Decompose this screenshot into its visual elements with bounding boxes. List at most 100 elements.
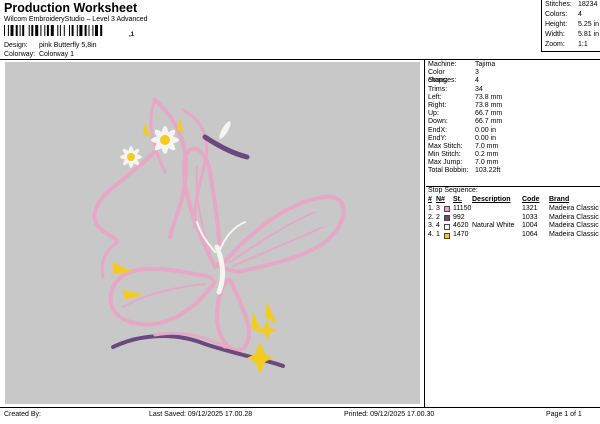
barcode-bar bbox=[28, 25, 30, 36]
row-code: 1033 bbox=[522, 213, 538, 221]
barcode-bar bbox=[7, 25, 9, 36]
barcode-bar bbox=[69, 25, 70, 36]
colorway-label: Colorway: bbox=[4, 51, 36, 58]
summary-row-zoom: Zoom: 1:1 bbox=[542, 40, 600, 50]
summary-box: Stitches: 18234 Colors: 4 Height: 5.25 in W… bbox=[541, 0, 600, 52]
stat-row: Right: 73.8 mm bbox=[428, 102, 598, 110]
stat-row: Machine: Tajima bbox=[428, 61, 598, 69]
stat-value: 7.0 mm bbox=[475, 142, 499, 150]
stat-value: 0.2 mm bbox=[475, 151, 499, 159]
stat-row: EndY: 0.00 in bbox=[428, 135, 598, 143]
divider-top bbox=[0, 59, 600, 60]
worksheet-title: Production Worksheet bbox=[4, 1, 138, 15]
stat-value: 73.8 mm bbox=[475, 101, 503, 109]
row-description: Natural White bbox=[472, 222, 515, 230]
table-row: 3. 4 4620 Natural White 1004 Madeira Cla… bbox=[428, 222, 600, 231]
barcode-bar bbox=[79, 25, 83, 36]
design-info: Design: pink Butterfly 5,8in bbox=[4, 42, 97, 49]
divider-bottom bbox=[0, 407, 600, 408]
stat-value: 7.0 mm bbox=[475, 159, 499, 167]
butterfly-embroidery-image bbox=[92, 98, 346, 374]
stat-label: Right: bbox=[428, 101, 447, 109]
summary-value: 5.81 in bbox=[578, 31, 600, 38]
stat-label: Max Stitch: bbox=[428, 142, 463, 150]
stat-row: Max Stitch: 7.0 mm bbox=[428, 143, 598, 151]
col-header-code: Code bbox=[522, 196, 540, 203]
barcode-bar bbox=[59, 25, 61, 36]
stat-value: 73.8 mm bbox=[475, 93, 503, 101]
stop-sequence-title: Stop Sequence: bbox=[428, 187, 478, 194]
barcode-bar bbox=[76, 25, 78, 36]
stat-row: Color changes: 3 bbox=[428, 69, 598, 85]
design-value: pink Butterfly 5,8in bbox=[38, 42, 97, 49]
stat-row: EndX: 0.00 in bbox=[428, 127, 598, 135]
barcode-bar bbox=[50, 25, 54, 36]
barcode-bar bbox=[46, 25, 49, 36]
row-num: 4. bbox=[428, 231, 434, 239]
stat-value: 103.22ft bbox=[475, 167, 501, 175]
footer-printed: Printed: 09/12/2025 17.00.30 bbox=[344, 411, 435, 418]
row-stitches: 992 bbox=[453, 213, 465, 221]
row-code: 1064 bbox=[522, 231, 538, 239]
barcode-image bbox=[4, 25, 103, 36]
row-stitches: 4620 bbox=[453, 222, 469, 230]
barcode-bar bbox=[84, 25, 87, 36]
row-code: 1004 bbox=[522, 222, 538, 230]
stat-label: EndY: bbox=[428, 134, 447, 142]
barcode-text: ,1 bbox=[129, 32, 135, 38]
summary-row-height: Height: 5.25 in bbox=[542, 20, 600, 30]
stat-row: Up: 66.7 mm bbox=[428, 110, 598, 118]
barcode-bar bbox=[88, 25, 90, 36]
color-swatch bbox=[444, 222, 453, 231]
swatch-box bbox=[444, 232, 450, 239]
row-needle: 1 bbox=[436, 231, 440, 239]
col-header-stitches: St. bbox=[453, 196, 462, 203]
summary-value: 1:1 bbox=[578, 41, 588, 48]
row-num: 2. bbox=[428, 213, 434, 221]
stat-label: Total Bobbin: bbox=[428, 167, 469, 175]
footer-page: Page 1 of 1 bbox=[546, 411, 582, 418]
stat-row: Max Jump: 7.0 mm bbox=[428, 159, 598, 167]
row-description bbox=[472, 231, 522, 240]
color-swatch bbox=[444, 231, 453, 240]
col-header-num: # bbox=[428, 196, 432, 203]
stat-row: Stops: 4 bbox=[428, 77, 598, 85]
summary-value: 4 bbox=[578, 11, 582, 18]
stat-label: Up: bbox=[428, 110, 439, 118]
barcode-bar bbox=[40, 25, 42, 36]
row-brand: Madeira Classic 40 bbox=[549, 222, 600, 230]
row-brand: Madeira Classic 40 bbox=[549, 204, 600, 212]
stat-value: Tajima bbox=[475, 61, 496, 68]
stat-value: 0.00 in bbox=[475, 126, 497, 134]
barcode-bar bbox=[31, 25, 34, 36]
row-num: 3. bbox=[428, 222, 434, 230]
divider-vertical bbox=[424, 59, 425, 407]
summary-label: Width: bbox=[545, 31, 565, 38]
stat-label: Stops: bbox=[428, 77, 448, 85]
stat-label: Max Jump: bbox=[428, 159, 463, 167]
summary-value: 5.25 in bbox=[578, 21, 600, 28]
barcode-bar bbox=[63, 25, 65, 36]
barcode-bar bbox=[10, 25, 14, 36]
stat-label: Machine: bbox=[428, 61, 457, 68]
stop-table-header: # N# St. Description Code Brand bbox=[428, 196, 598, 205]
stat-row: Min Stitch: 0.2 mm bbox=[428, 151, 598, 159]
barcode-bar bbox=[15, 25, 18, 36]
design-preview bbox=[5, 62, 420, 404]
summary-row-width: Width: 5.81 in bbox=[542, 30, 600, 40]
barcode-bar bbox=[95, 25, 98, 36]
summary-row-stitches: Stitches: 18234 bbox=[542, 0, 600, 10]
barcode-bar bbox=[19, 25, 21, 36]
row-code: 1321 bbox=[522, 204, 538, 212]
stat-value: 66.7 mm bbox=[475, 118, 503, 126]
col-header-brand: Brand bbox=[549, 196, 570, 203]
col-header-description: Description bbox=[472, 196, 511, 203]
barcode-bar bbox=[4, 25, 5, 36]
summary-label: Zoom: bbox=[545, 41, 565, 48]
row-num: 1. bbox=[428, 204, 434, 212]
row-description bbox=[472, 214, 522, 223]
barcode-bar bbox=[44, 25, 46, 36]
stat-value: 3 bbox=[475, 69, 479, 77]
stat-label: EndX: bbox=[428, 126, 448, 134]
stat-label: Color changes: bbox=[428, 69, 457, 85]
